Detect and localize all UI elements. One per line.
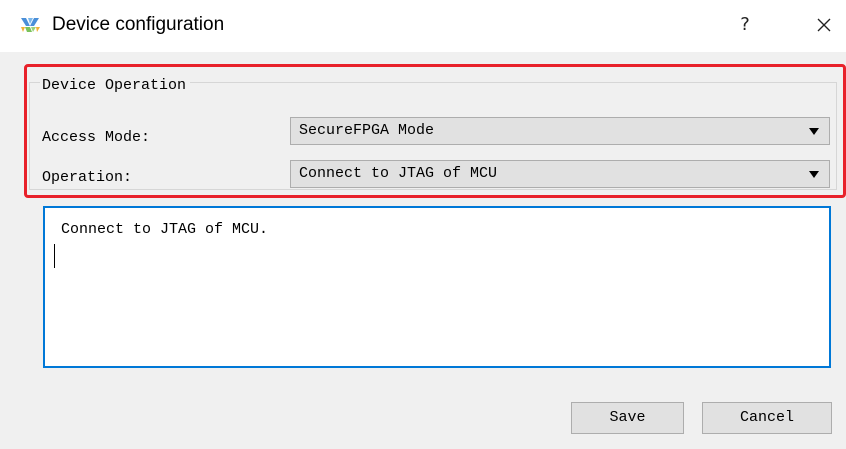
group-title: Device Operation	[40, 76, 191, 96]
access-mode-label: Access Mode:	[42, 129, 151, 146]
window-title: Device configuration	[52, 14, 225, 35]
access-mode-value: SecureFPGA Mode	[299, 122, 435, 139]
description-textarea[interactable]: Connect to JTAG of MCU.	[43, 206, 831, 368]
access-mode-select[interactable]: SecureFPGA Mode	[290, 117, 830, 145]
text-caret	[54, 244, 55, 268]
operation-select[interactable]: Connect to JTAG of MCU	[290, 160, 830, 188]
help-button[interactable]: ?	[730, 10, 760, 40]
operation-label: Operation:	[42, 169, 133, 186]
cancel-button[interactable]: Cancel	[702, 402, 832, 434]
chevron-down-icon	[809, 171, 819, 178]
operation-value: Connect to JTAG of MCU	[299, 165, 498, 182]
title-bar: Device configuration ?	[0, 0, 846, 52]
close-icon[interactable]	[808, 10, 840, 40]
save-button[interactable]: Save	[571, 402, 684, 434]
device-configuration-dialog: Device configuration ? Device Operation …	[0, 0, 846, 449]
description-text: Connect to JTAG of MCU.	[61, 221, 269, 238]
chevron-down-icon	[809, 128, 819, 135]
app-logo-icon	[21, 18, 40, 32]
